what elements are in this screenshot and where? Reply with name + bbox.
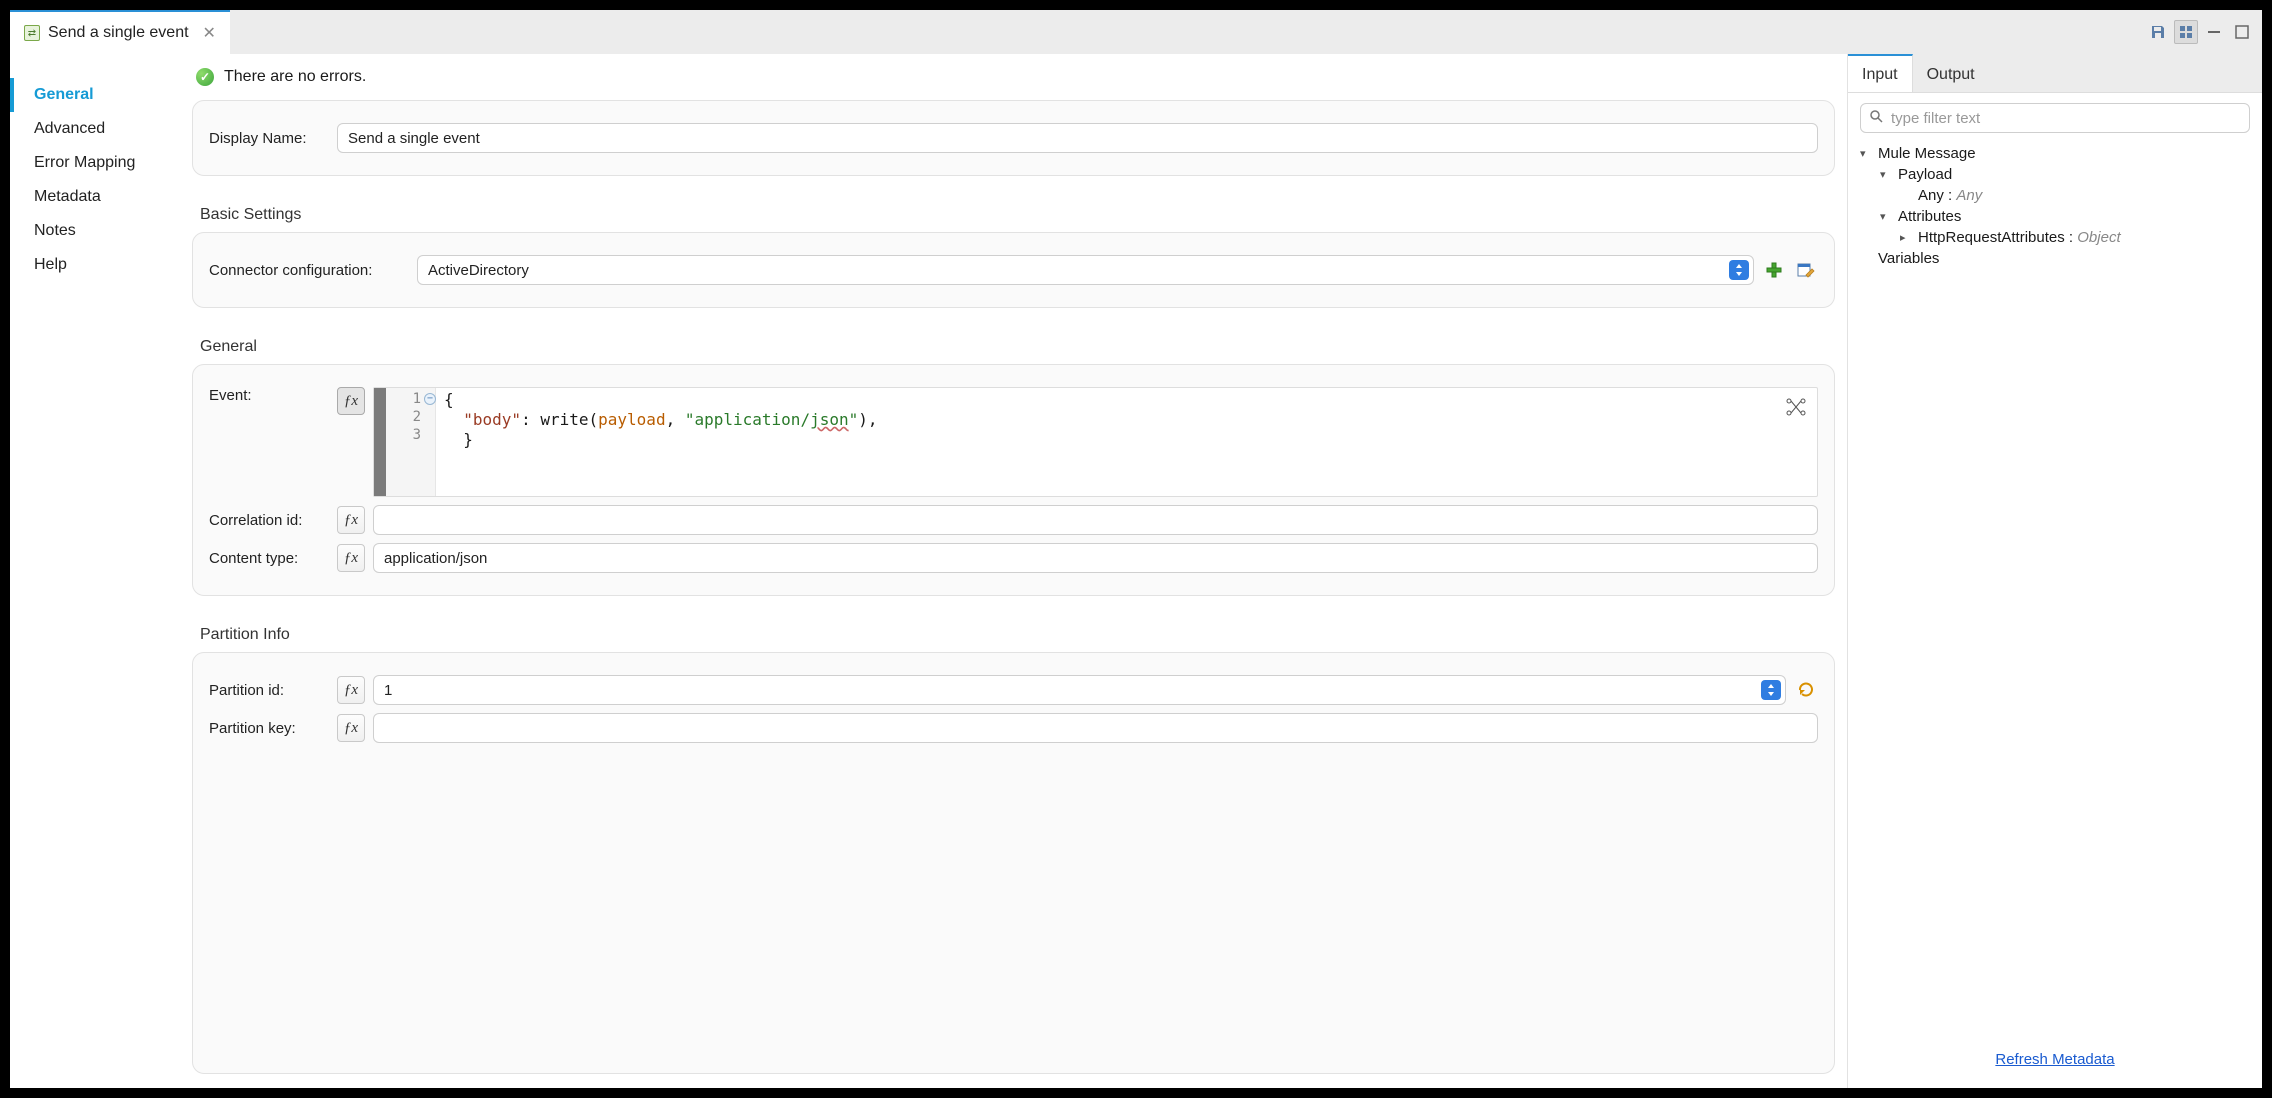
tab-title: Send a single event <box>48 24 189 42</box>
tree-node-variables[interactable]: Variables <box>1860 248 2250 269</box>
status-bar: ✓ There are no errors. <box>188 64 1839 96</box>
event-code-editor[interactable]: 1− 2 3 { "body": write(payload, "applica… <box>373 387 1818 497</box>
tree-node-attributes[interactable]: ▾ Attributes <box>1860 206 2250 227</box>
tab-send-event[interactable]: ⇄ Send a single event ✕ <box>10 10 230 54</box>
basic-settings-title: Basic Settings <box>200 206 1835 224</box>
refresh-partition-icon[interactable] <box>1794 678 1818 702</box>
minimize-icon[interactable] <box>2202 20 2226 44</box>
status-text: There are no errors. <box>224 68 366 86</box>
line-gutter: 1− 2 3 <box>386 388 436 496</box>
tree-node-payload[interactable]: ▾ Payload <box>1860 164 2250 185</box>
general-group: Event: ƒx 1− 2 3 { "body": write(payload… <box>192 364 1835 596</box>
tree-node-mule-message[interactable]: ▾ Mule Message <box>1860 143 2250 164</box>
search-icon <box>1869 109 1883 127</box>
close-tab-icon[interactable]: ✕ <box>203 23 216 43</box>
ok-icon: ✓ <box>196 68 214 86</box>
fx-button-event[interactable]: ƒx <box>337 387 365 415</box>
titlebar: ⇄ Send a single event ✕ <box>10 10 2262 54</box>
add-config-button[interactable] <box>1762 258 1786 282</box>
sidebar-item-metadata[interactable]: Metadata <box>10 180 179 214</box>
mapping-icon[interactable] <box>1785 396 1807 418</box>
tree-node-http-attributes[interactable]: ▸ HttpRequestAttributes : Object <box>1860 227 2250 248</box>
tab-output[interactable]: Output <box>1913 54 1989 92</box>
content-type-input[interactable] <box>373 543 1818 573</box>
maximize-icon[interactable] <box>2230 20 2254 44</box>
inspector-tabs: Input Output <box>1848 54 2262 93</box>
partition-id-label: Partition id: <box>209 682 329 699</box>
sidebar: General Advanced Error Mapping Metadata … <box>10 54 180 1088</box>
display-name-label: Display Name: <box>209 130 329 147</box>
display-name-input[interactable] <box>337 123 1818 153</box>
chevron-updown-icon <box>1761 680 1781 700</box>
chevron-right-icon: ▸ <box>1900 231 1912 244</box>
sidebar-item-error-mapping[interactable]: Error Mapping <box>10 146 179 180</box>
fx-button-partition-id[interactable]: ƒx <box>337 676 365 704</box>
code-body[interactable]: { "body": write(payload, "application/js… <box>436 388 1817 496</box>
partition-id-select[interactable]: 1 <box>373 675 1786 705</box>
refresh-metadata: Refresh Metadata <box>1860 1045 2250 1078</box>
tree-node-payload-any[interactable]: Any : Any <box>1860 185 2250 206</box>
partition-id-value: 1 <box>384 682 392 699</box>
content-type-label: Content type: <box>209 550 329 567</box>
fx-button-correlation[interactable]: ƒx <box>337 506 365 534</box>
basic-settings-group: Connector configuration: ActiveDirectory <box>192 232 1835 308</box>
correlation-label: Correlation id: <box>209 512 329 529</box>
partition-key-input[interactable] <box>373 713 1818 743</box>
save-icon[interactable] <box>2146 20 2170 44</box>
correlation-id-input[interactable] <box>373 505 1818 535</box>
tab-input[interactable]: Input <box>1848 54 1913 92</box>
flow-icon: ⇄ <box>24 25 40 41</box>
event-label: Event: <box>209 387 329 404</box>
code-gutter-strip <box>374 388 386 496</box>
chevron-down-icon: ▾ <box>1860 147 1872 160</box>
sidebar-item-help[interactable]: Help <box>10 248 179 282</box>
line-number: 2 <box>386 408 435 426</box>
filter-input[interactable]: type filter text <box>1860 103 2250 133</box>
sidebar-item-general[interactable]: General <box>10 78 179 112</box>
fx-button-partition-key[interactable]: ƒx <box>337 714 365 742</box>
inspector-panel: Input Output type filter text ▾ Mule Mes… <box>1847 54 2262 1088</box>
connector-label: Connector configuration: <box>209 262 409 279</box>
line-number: 3 <box>386 426 435 444</box>
partition-key-label: Partition key: <box>209 720 329 737</box>
refresh-metadata-link[interactable]: Refresh Metadata <box>1995 1051 2114 1068</box>
fx-button-content-type[interactable]: ƒx <box>337 544 365 572</box>
editor-view: ⇄ Send a single event ✕ General Advanced… <box>10 10 2262 1088</box>
line-number: 1 <box>413 391 421 407</box>
palette-icon[interactable] <box>2174 20 2198 44</box>
chevron-updown-icon <box>1729 260 1749 280</box>
sidebar-item-notes[interactable]: Notes <box>10 214 179 248</box>
toolbar <box>2146 10 2262 54</box>
connector-select[interactable]: ActiveDirectory <box>417 255 1754 285</box>
plus-icon <box>1765 261 1783 279</box>
partition-group: Partition id: ƒx 1 Partition key: ƒx <box>192 652 1835 1074</box>
chevron-down-icon: ▾ <box>1880 210 1892 223</box>
partition-title: Partition Info <box>200 626 1835 644</box>
inspector-body: type filter text ▾ Mule Message ▾ Payloa… <box>1848 93 2262 1088</box>
main-panel: ✓ There are no errors. Display Name: Bas… <box>180 54 1847 1088</box>
display-name-group: Display Name: <box>192 100 1835 176</box>
connector-value: ActiveDirectory <box>428 262 529 279</box>
chevron-down-icon: ▾ <box>1880 168 1892 181</box>
filter-placeholder: type filter text <box>1891 110 1980 127</box>
fold-icon[interactable]: − <box>424 393 436 405</box>
general-section-title: General <box>200 338 1835 356</box>
edit-config-button[interactable] <box>1794 258 1818 282</box>
metadata-tree: ▾ Mule Message ▾ Payload Any : Any ▾ Att… <box>1860 143 2250 269</box>
sidebar-item-advanced[interactable]: Advanced <box>10 112 179 146</box>
